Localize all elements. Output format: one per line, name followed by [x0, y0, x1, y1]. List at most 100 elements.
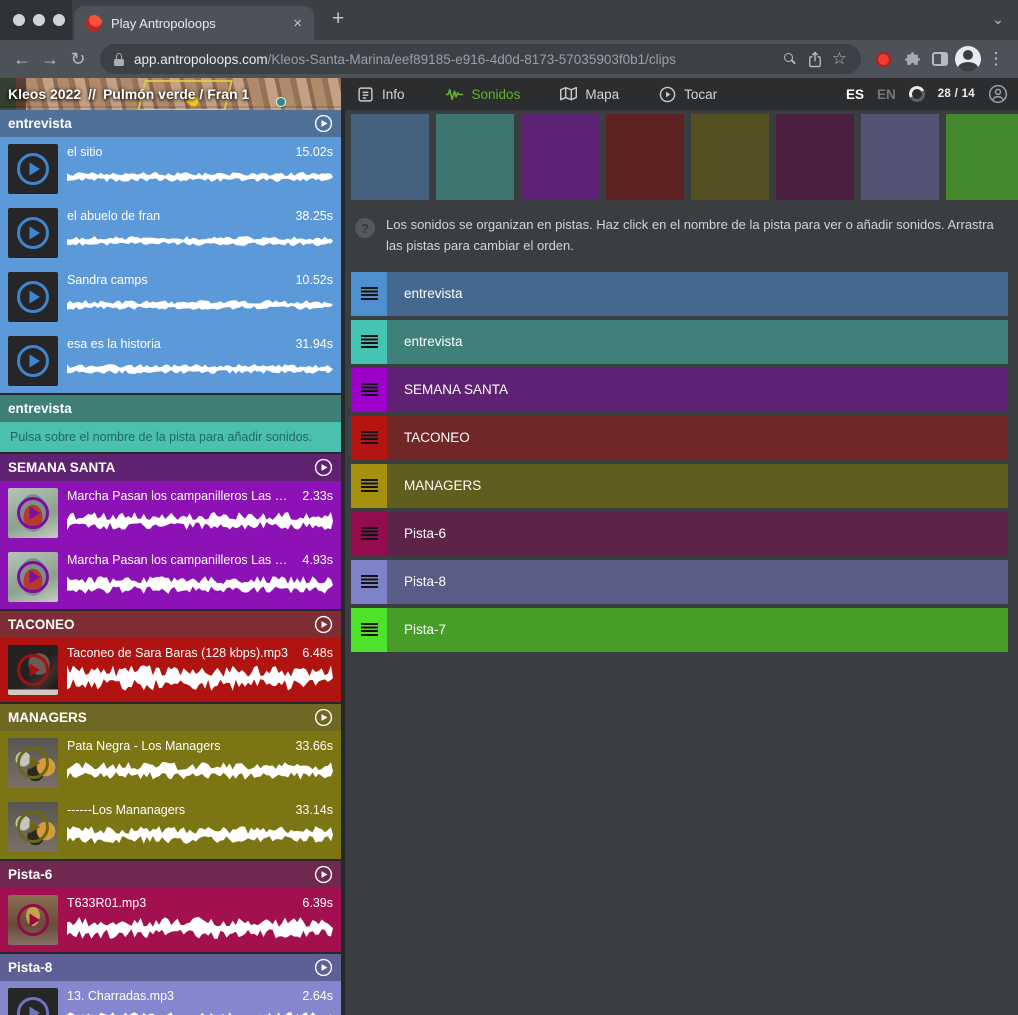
track-color-swatch[interactable]: [606, 114, 684, 200]
nav-item-mapa[interactable]: Mapa: [560, 86, 619, 102]
track-row[interactable]: Pista-8: [351, 560, 1008, 604]
bookmark-star-icon[interactable]: ☆: [832, 49, 847, 69]
track-row[interactable]: SEMANA SANTA: [351, 368, 1008, 412]
track-drag-handle[interactable]: [351, 512, 387, 556]
clip-play-icon[interactable]: [8, 272, 58, 322]
zoom-icon[interactable]: [783, 52, 798, 67]
track-row[interactable]: MANAGERS: [351, 464, 1008, 508]
track-color-swatch[interactable]: [351, 114, 429, 200]
record-indicator-icon[interactable]: [876, 52, 891, 67]
track-play-button[interactable]: [314, 458, 333, 477]
track-row-label[interactable]: entrevista: [387, 320, 1008, 364]
clip-play-icon[interactable]: [8, 336, 58, 386]
clip-item[interactable]: el abuelo de fran38.25s: [0, 201, 341, 265]
track-color-swatch[interactable]: [776, 114, 854, 200]
track-play-button[interactable]: [314, 958, 333, 977]
clip-play-icon[interactable]: [8, 802, 58, 852]
clip-item[interactable]: Sandra camps10.52s: [0, 265, 341, 329]
track-drag-handle[interactable]: [351, 560, 387, 604]
track-row[interactable]: entrevista: [351, 272, 1008, 316]
track-row[interactable]: Pista-6: [351, 512, 1008, 556]
window-zoom-button[interactable]: [53, 14, 65, 26]
clip-play-icon[interactable]: [8, 645, 58, 695]
track-color-swatch[interactable]: [436, 114, 514, 200]
account-icon[interactable]: [988, 84, 1008, 104]
track-row-label[interactable]: entrevista: [387, 272, 1008, 316]
clip-item[interactable]: esa es la historia31.94s: [0, 329, 341, 393]
track-color-swatch[interactable]: [521, 114, 599, 200]
track-section-header[interactable]: Pista-8: [0, 954, 341, 981]
track-row[interactable]: TACONEO: [351, 416, 1008, 460]
lang-es-button[interactable]: ES: [846, 87, 864, 102]
track-drag-handle[interactable]: [351, 368, 387, 412]
clip-play-icon[interactable]: [8, 552, 58, 602]
browser-menu-icon[interactable]: ⋮: [982, 45, 1010, 73]
track-row[interactable]: entrevista: [351, 320, 1008, 364]
track-play-button[interactable]: [314, 114, 333, 133]
clip-duration: 33.66s: [295, 739, 333, 753]
clip-play-icon[interactable]: [8, 895, 58, 945]
window-close-button[interactable]: [13, 14, 25, 26]
clip-play-icon[interactable]: [8, 738, 58, 788]
reload-button[interactable]: ↻: [64, 45, 92, 73]
track-section-header[interactable]: MANAGERS: [0, 704, 341, 731]
track-row-label[interactable]: MANAGERS: [387, 464, 1008, 508]
track-section-header[interactable]: entrevista: [0, 395, 341, 422]
side-panel-icon[interactable]: [926, 45, 954, 73]
track-play-button[interactable]: [314, 708, 333, 727]
track-drag-handle[interactable]: [351, 416, 387, 460]
url-text[interactable]: app.antropoloops.com/Kleos-Santa-Marina/…: [134, 52, 773, 67]
address-bar[interactable]: app.antropoloops.com/Kleos-Santa-Marina/…: [100, 44, 861, 74]
clip-play-icon[interactable]: [8, 208, 58, 258]
clip-item[interactable]: T633R01.mp36.39s: [0, 888, 341, 952]
lang-en-button[interactable]: EN: [877, 87, 896, 102]
project-hero-image[interactable]: Kleos 2022//Pulmón verde / Fran 1: [0, 78, 341, 110]
lock-icon[interactable]: [114, 53, 124, 66]
track-drag-handle[interactable]: [351, 608, 387, 652]
clip-item[interactable]: Marcha Pasan los campanilleros Las Mejor…: [0, 545, 341, 609]
nav-item-info[interactable]: Info: [357, 86, 405, 103]
track-section: Pista-813. Charradas.mp32.64s: [0, 954, 341, 1015]
track-section-header[interactable]: TACONEO: [0, 611, 341, 638]
tab-search-chevron-icon[interactable]: ⌄: [992, 11, 1004, 28]
track-drag-handle[interactable]: [351, 464, 387, 508]
track-play-button[interactable]: [314, 865, 333, 884]
track-row-label[interactable]: Pista-6: [387, 512, 1008, 556]
track-row-label[interactable]: SEMANA SANTA: [387, 368, 1008, 412]
share-icon[interactable]: [808, 51, 822, 68]
track-row-label[interactable]: TACONEO: [387, 416, 1008, 460]
browser-profile-avatar[interactable]: [954, 45, 982, 73]
track-color-swatch[interactable]: [861, 114, 939, 200]
clip-item[interactable]: Marcha Pasan los campanilleros Las Mejor…: [0, 481, 341, 545]
window-minimize-button[interactable]: [33, 14, 45, 26]
forward-button[interactable]: →: [36, 45, 64, 73]
track-drag-handle[interactable]: [351, 320, 387, 364]
track-section-header[interactable]: Pista-6: [0, 861, 341, 888]
track-color-swatch[interactable]: [691, 114, 769, 200]
nav-item-tocar[interactable]: Tocar: [659, 86, 717, 103]
track-color-swatch[interactable]: [946, 114, 1018, 200]
tab-close-icon[interactable]: ×: [293, 16, 302, 31]
clip-item[interactable]: el sitio15.02s: [0, 137, 341, 201]
clip-waveform: [67, 228, 333, 254]
browser-tab[interactable]: Play Antropoloops ×: [74, 6, 314, 40]
track-section-header[interactable]: entrevista: [0, 110, 341, 137]
track-row-label[interactable]: Pista-8: [387, 560, 1008, 604]
clip-item[interactable]: Taconeo de Sara Baras (128 kbps).mp36.48…: [0, 638, 341, 702]
track-drag-handle[interactable]: [351, 272, 387, 316]
window-controls[interactable]: [13, 14, 65, 26]
clip-play-icon[interactable]: [8, 144, 58, 194]
track-section-header[interactable]: SEMANA SANTA: [0, 454, 341, 481]
track-play-button[interactable]: [314, 615, 333, 634]
clip-item[interactable]: Pata Negra - Los Managers33.66s: [0, 731, 341, 795]
back-button[interactable]: ←: [8, 45, 36, 73]
clip-play-icon[interactable]: [8, 988, 58, 1015]
track-row[interactable]: Pista-7: [351, 608, 1008, 652]
clip-item[interactable]: 13. Charradas.mp32.64s: [0, 981, 341, 1015]
extensions-puzzle-icon[interactable]: [898, 45, 926, 73]
track-row-label[interactable]: Pista-7: [387, 608, 1008, 652]
nav-item-sonidos[interactable]: Sonidos: [445, 87, 521, 102]
clip-item[interactable]: ------Los Mananagers33.14s: [0, 795, 341, 859]
clip-play-icon[interactable]: [8, 488, 58, 538]
new-tab-button[interactable]: +: [332, 7, 344, 31]
